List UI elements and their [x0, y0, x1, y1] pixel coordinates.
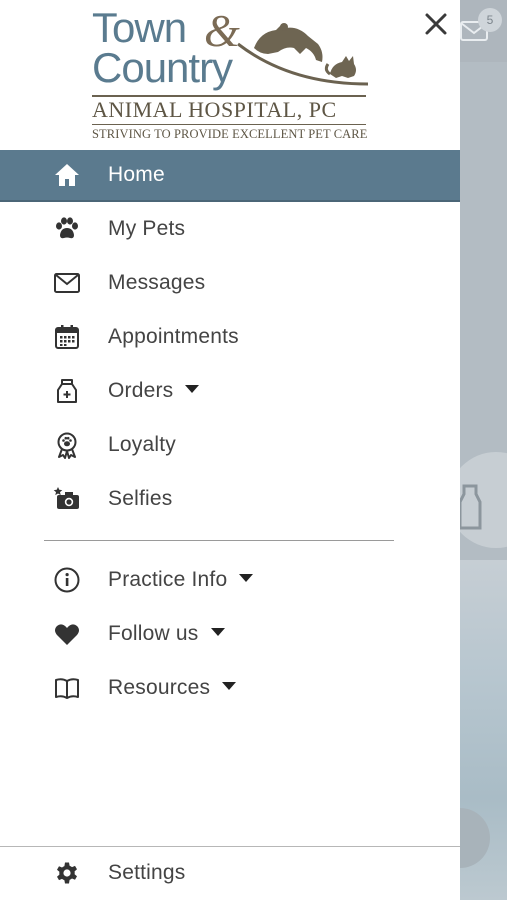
menu-item-label: Messages	[108, 271, 206, 294]
chevron-down-icon[interactable]	[185, 385, 200, 394]
book-icon	[52, 673, 82, 703]
menu-item-resources[interactable]: Resources	[0, 661, 460, 715]
menu-item-label: Selfies	[108, 487, 173, 510]
dog-and-cat-logo-art	[237, 23, 369, 86]
menu-item-label: Follow us	[108, 622, 225, 646]
menu-item-label: Loyalty	[108, 433, 176, 456]
logo-tagline: STRIVING TO PROVIDE EXCELLENT PET CARE	[92, 127, 368, 141]
menu-item-home[interactable]: Home	[0, 150, 460, 202]
menu-item-settings[interactable]: Settings	[0, 847, 460, 899]
background-orders-button[interactable]	[460, 452, 507, 548]
paw-award-ribbon-icon	[52, 430, 82, 460]
logo-rule-bottom	[92, 124, 366, 125]
chevron-down-icon[interactable]	[210, 628, 225, 637]
menu-item-appointments[interactable]: Appointments	[0, 310, 460, 364]
drawer-footer: Settings	[0, 846, 460, 900]
envelope-icon	[52, 268, 82, 298]
menu-item-messages[interactable]: Messages	[0, 256, 460, 310]
logo-country-text: Country	[92, 44, 233, 91]
menu-item-loyalty[interactable]: Loyalty	[0, 418, 460, 472]
menu-item-label: Practice Info	[108, 568, 254, 592]
chevron-down-icon[interactable]	[239, 574, 254, 583]
info-icon	[52, 565, 82, 595]
menu-item-label: Settings	[108, 861, 186, 884]
menu-item-practice-info[interactable]: Practice Info	[0, 553, 460, 607]
menu-item-label: Home	[108, 163, 165, 186]
background-mail-badge: 5	[478, 8, 502, 32]
menu-divider	[44, 540, 394, 541]
camera-star-icon	[52, 484, 82, 514]
primary-menu: Home My Pets Messages Appointments Order	[0, 150, 460, 715]
menu-item-label: Orders	[108, 379, 200, 403]
menu-item-orders[interactable]: Orders	[0, 364, 460, 418]
menu-item-label: My Pets	[108, 217, 186, 240]
navigation-drawer: Town & Country ANIMAL HOSPITAL, PC STRIV…	[0, 0, 460, 900]
heart-icon	[52, 619, 82, 649]
pet-food-bag-icon	[52, 376, 82, 406]
home-icon	[52, 160, 82, 190]
close-icon[interactable]	[420, 8, 452, 40]
calendar-icon	[52, 322, 82, 352]
chevron-down-icon[interactable]	[222, 682, 237, 691]
menu-item-label: Appointments	[108, 325, 239, 348]
practice-logo: Town & Country ANIMAL HOSPITAL, PC STRIV…	[92, 5, 370, 146]
background-app: 5	[460, 0, 507, 900]
gear-icon	[52, 858, 82, 888]
logo-hospital-name: ANIMAL HOSPITAL, PC	[92, 97, 337, 122]
menu-item-label: Resources	[108, 676, 237, 700]
menu-item-my-pets[interactable]: My Pets	[0, 202, 460, 256]
menu-item-selfies[interactable]: Selfies	[0, 472, 460, 526]
paw-icon	[52, 214, 82, 244]
menu-item-follow-us[interactable]: Follow us	[0, 607, 460, 661]
